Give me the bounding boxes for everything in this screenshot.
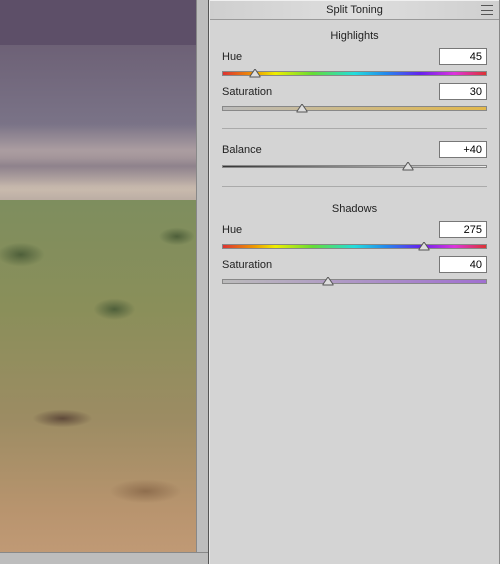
highlights-sat-control: Saturation [222, 83, 487, 114]
slider-thumb[interactable] [323, 277, 334, 288]
panel-header: Split Toning [210, 0, 499, 20]
balance-slider[interactable] [222, 160, 487, 172]
balance-input[interactable] [439, 141, 487, 158]
slider-thumb[interactable] [419, 242, 430, 253]
highlights-sat-slider[interactable] [222, 102, 487, 114]
shadows-sat-slider[interactable] [222, 275, 487, 287]
highlights-hue-slider[interactable] [222, 67, 487, 79]
divider [222, 186, 487, 187]
highlights-hue-control: Hue [222, 48, 487, 79]
highlights-hue-input[interactable] [439, 48, 487, 65]
image-preview [0, 0, 209, 564]
balance-section: Balance [210, 135, 499, 180]
highlights-sat-input[interactable] [439, 83, 487, 100]
balance-label: Balance [222, 144, 262, 156]
shadows-hue-input[interactable] [439, 221, 487, 238]
shadows-hue-label: Hue [222, 224, 242, 236]
shadows-section: Shadows Hue Saturation [210, 193, 499, 295]
shadows-sat-input[interactable] [439, 256, 487, 273]
shadows-hue-control: Hue [222, 221, 487, 252]
divider [222, 128, 487, 129]
highlights-title: Highlights [222, 30, 487, 42]
highlights-sat-label: Saturation [222, 86, 272, 98]
highlights-section: Highlights Hue Saturation [210, 20, 499, 122]
panel-title: Split Toning [326, 4, 383, 16]
panel-menu-icon[interactable] [481, 5, 493, 15]
slider-thumb[interactable] [250, 69, 261, 80]
slider-thumb[interactable] [296, 104, 307, 115]
highlights-hue-label: Hue [222, 51, 242, 63]
shadows-sat-control: Saturation [222, 256, 487, 287]
balance-control: Balance [222, 141, 487, 172]
shadows-title: Shadows [222, 203, 487, 215]
shadows-sat-label: Saturation [222, 259, 272, 271]
shadows-hue-slider[interactable] [222, 240, 487, 252]
slider-thumb[interactable] [402, 162, 413, 173]
split-toning-panel: Split Toning Highlights Hue Saturation [209, 0, 500, 564]
